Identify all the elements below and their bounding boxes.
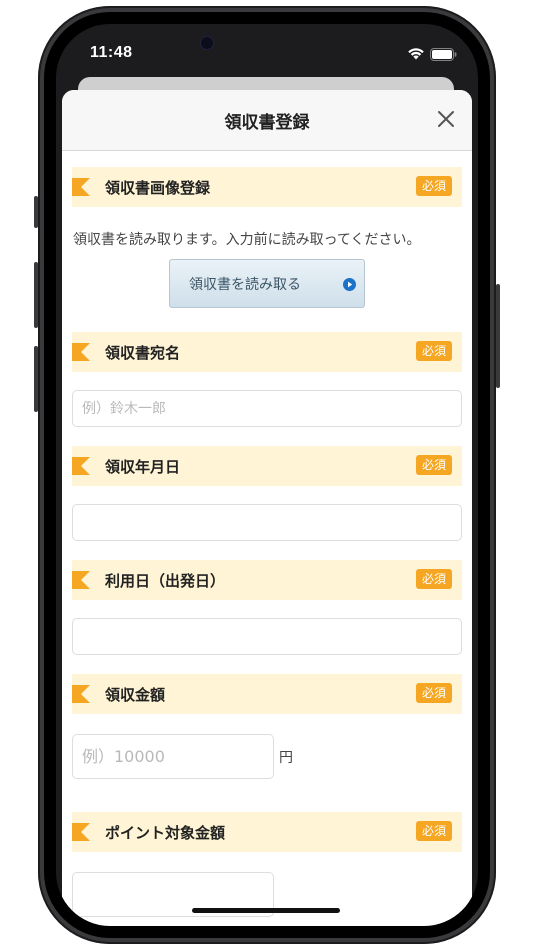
receipt-registration-modal: 領収書登録 領収書画像登録 必須 領収書を読み取ります。入力前に読み取ってくださ…: [62, 90, 472, 926]
volume-up-button: [34, 262, 38, 328]
modal-header: 領収書登録: [62, 90, 472, 151]
modal-title: 領収書登録: [224, 113, 310, 133]
section-label: 領収書画像登録: [105, 178, 211, 197]
device-screen: 11:48 領収書登録 領収書画像登録 必須 領収書を読み取ります。入力前に読み…: [56, 24, 478, 926]
section-label: 利用日（出発日）: [105, 571, 226, 590]
section-receipt-image: 領収書画像登録 必須: [72, 167, 462, 207]
close-icon[interactable]: [437, 110, 455, 128]
section-recipient: 領収書宛名 必須: [72, 332, 462, 372]
flag-icon: [72, 571, 90, 589]
section-label: ポイント対象金額: [105, 823, 226, 842]
play-circle-icon: [343, 278, 356, 291]
scan-receipt-button-label: 領収書を読み取る: [189, 276, 301, 293]
home-indicator[interactable]: [192, 908, 340, 913]
required-badge: 必須: [415, 683, 452, 703]
usage-date-input[interactable]: [72, 618, 462, 655]
section-receipt-amount: 領収金額 必須: [72, 674, 462, 714]
receipt-date-input[interactable]: [72, 504, 462, 541]
required-badge: 必須: [415, 176, 452, 196]
status-bar: 11:48: [56, 24, 478, 78]
power-button: [496, 284, 500, 388]
required-badge: 必須: [415, 341, 452, 361]
wifi-icon: [408, 48, 424, 60]
flag-icon: [72, 457, 90, 475]
receipt-amount-row: 円: [72, 734, 462, 779]
flag-icon: [72, 685, 90, 703]
receipt-form: 領収書画像登録 必須 領収書を読み取ります。入力前に読み取ってください。 領収書…: [62, 151, 472, 917]
receipt-amount-input[interactable]: [72, 734, 274, 779]
required-badge: 必須: [415, 455, 452, 475]
silent-switch: [34, 196, 38, 228]
battery-icon: [430, 48, 457, 61]
scan-receipt-button[interactable]: 領収書を読み取る: [169, 259, 365, 308]
required-badge: 必須: [415, 569, 452, 589]
recipient-name-input[interactable]: [72, 390, 462, 427]
status-time: 11:48: [90, 44, 133, 61]
volume-down-button: [34, 346, 38, 412]
scan-helper-text: 領収書を読み取ります。入力前に読み取ってください。: [73, 232, 421, 248]
currency-unit-label: 円: [279, 749, 293, 766]
flag-icon: [72, 823, 90, 841]
section-points-amount: ポイント対象金額 必須: [72, 812, 462, 852]
front-camera: [200, 36, 214, 50]
required-badge: 必須: [415, 821, 452, 841]
flag-icon: [72, 343, 90, 361]
section-usage-date: 利用日（出発日） 必須: [72, 560, 462, 600]
section-receipt-date: 領収年月日 必須: [72, 446, 462, 486]
section-label: 領収年月日: [105, 457, 181, 476]
flag-icon: [72, 178, 90, 196]
section-label: 領収書宛名: [105, 343, 181, 362]
section-label: 領収金額: [105, 685, 166, 704]
